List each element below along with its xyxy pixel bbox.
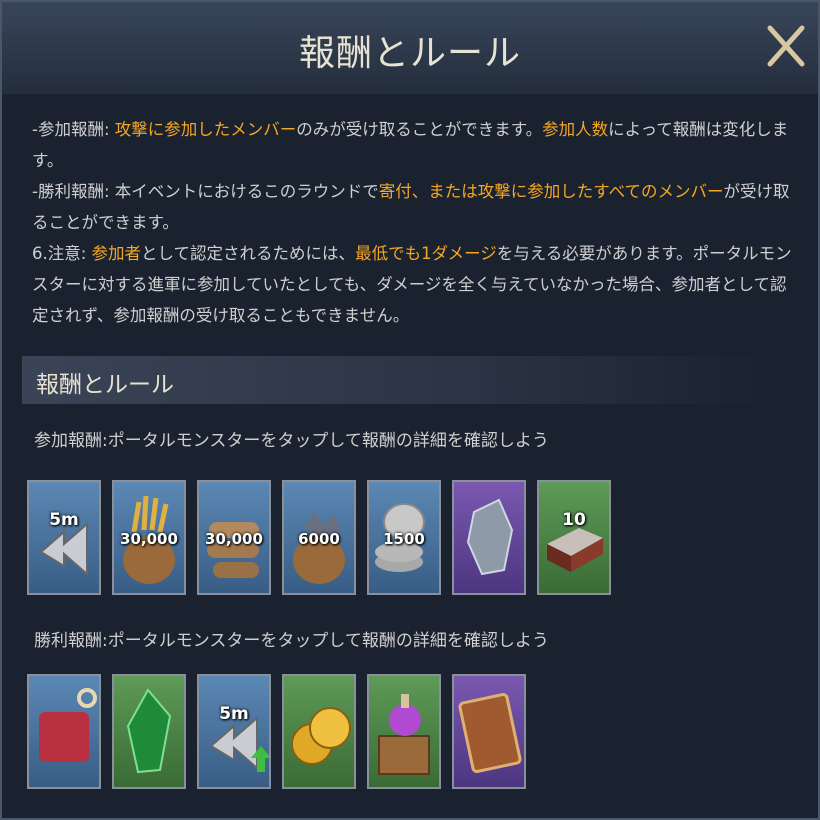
rule-participation: -参加報酬: 攻撃に参加したメンバーのみが受け取ることができます。参加人数によっ… [32, 114, 802, 176]
reward-item-meat-ribs[interactable] [27, 674, 101, 789]
reward-item-ore-sack[interactable]: 6000 [282, 480, 356, 595]
rune-card-icon [458, 693, 522, 773]
reward-quantity: 5m [219, 704, 249, 724]
rule-text: -参加報酬: [32, 120, 115, 139]
highlight-text: 攻撃に参加したメンバー [114, 120, 297, 139]
section-header: 報酬とルール [22, 356, 772, 404]
march-speedup-5m-icon [209, 715, 269, 772]
highlight-text: 寄付、または攻撃に参加したすべてのメンバー [378, 182, 724, 201]
reward-item-rune-card[interactable] [452, 674, 526, 789]
highlight-text: 参加人数 [542, 120, 609, 139]
rule-text: として認定されるためには、 [141, 244, 356, 263]
reward-item-march-speedup-5m[interactable]: 5m [197, 674, 271, 789]
reward-item-wheat-sack[interactable]: 30,000 [112, 480, 186, 595]
reward-item-wood-logs[interactable]: 30,000 [197, 480, 271, 595]
reward-quantity: 5m [49, 510, 79, 530]
reward-item-iron-ingot[interactable]: 10 [537, 480, 611, 595]
meat-ribs-icon [39, 688, 97, 762]
reward-quantity: 6000 [298, 530, 340, 548]
gold-coins-icon [291, 707, 351, 765]
reward-quantity: 30,000 [120, 530, 178, 548]
rule-notice: 6.注意: 参加者として認定されるためには、最低でも1ダメージを与える必要があり… [32, 238, 802, 331]
rewards-dialog: 報酬とルール -参加報酬: 攻撃に参加したメンバーのみが受け取ることができます。… [0, 0, 820, 820]
reward-quantity: 1500 [383, 530, 425, 548]
rules-text: -参加報酬: 攻撃に参加したメンバーのみが受け取ることができます。参加人数によっ… [32, 114, 802, 331]
highlight-text: 最低でも1ダメージ [355, 244, 497, 263]
reward-quantity: 10 [562, 510, 586, 530]
reward-item-speedup-5m[interactable]: 5m [27, 480, 101, 595]
close-icon [767, 25, 805, 67]
section-title: 報酬とルール [36, 372, 174, 398]
reward-item-crystal-ore[interactable] [452, 480, 526, 595]
victory-reward-list: 5m [27, 674, 526, 789]
rule-victory: -勝利報酬: 本イベントにおけるこのラウンドで寄付、または攻撃に参加したすべての… [32, 176, 802, 238]
reward-item-silver-coins[interactable]: 1500 [367, 480, 441, 595]
iron-ingot-icon [547, 528, 603, 572]
dialog-content[interactable]: -参加報酬: 攻撃に参加したメンバーのみが受け取ることができます。参加人数によっ… [2, 94, 818, 818]
reward-item-gold-coins[interactable] [282, 674, 356, 789]
green-gem-icon [126, 688, 172, 774]
reward-item-potion-chest[interactable] [367, 674, 441, 789]
close-button[interactable] [764, 16, 808, 76]
reward-item-green-gem[interactable] [112, 674, 186, 789]
potion-chest-icon [378, 694, 430, 775]
participation-reward-list: 5m 30,000 30,000 6000 1500 10 [27, 480, 611, 595]
highlight-text: 参加者 [91, 244, 142, 263]
speedup-5m-icon [39, 521, 88, 577]
title-bar: 報酬とルール [2, 2, 818, 96]
victory-reward-desc: 勝利報酬:ポータルモンスターをタップして報酬の詳細を確認しよう [34, 631, 549, 651]
rule-text: -勝利報酬: 本イベントにおけるこのラウンドで [32, 182, 379, 201]
crystal-ore-icon [466, 498, 514, 576]
reward-quantity: 30,000 [205, 530, 263, 548]
participation-reward-desc: 参加報酬:ポータルモンスターをタップして報酬の詳細を確認しよう [34, 431, 549, 451]
rule-text: 6.注意: [32, 244, 92, 263]
dialog-title: 報酬とルール [298, 33, 521, 74]
rule-text: のみが受け取ることができます。 [296, 120, 543, 139]
